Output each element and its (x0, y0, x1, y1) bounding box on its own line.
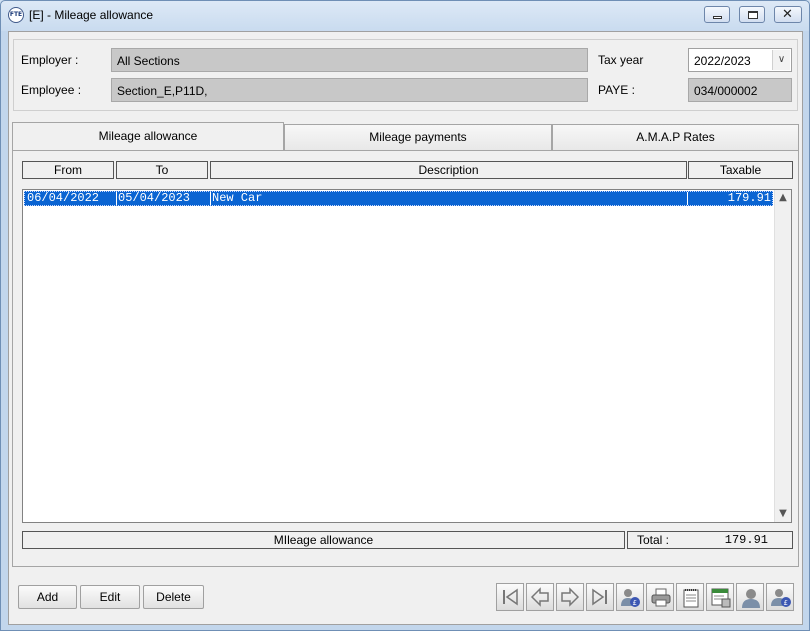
employee-label: Employee : (21, 83, 82, 97)
minimize-icon (713, 16, 722, 19)
first-record-button[interactable] (496, 583, 524, 611)
mileage-allowance-panel: From To Description Taxable 06/04/2022 0… (12, 150, 799, 567)
next-record-icon (561, 587, 580, 607)
employee-payment-button[interactable]: £ (766, 583, 794, 611)
tab-control: Mileage allowance Mileage payments A.M.A… (12, 122, 799, 567)
vertical-scrollbar[interactable]: ▲ ▼ (774, 190, 791, 522)
paye-label: PAYE : (598, 83, 635, 97)
column-header-to[interactable]: To (116, 161, 208, 179)
tax-year-value: 2022/2023 (694, 54, 751, 68)
mileage-list[interactable]: 06/04/2022 05/04/2023 New Car 179.91 ▲ ▼ (22, 189, 792, 523)
printer-icon (651, 588, 671, 607)
notepad-icon (683, 589, 699, 608)
row-description: New Car (210, 192, 687, 205)
calculator-sheet-icon (711, 588, 731, 608)
total-value: 179.91 (724, 533, 768, 547)
previous-record-button[interactable] (526, 583, 554, 611)
svg-text:£: £ (633, 599, 637, 607)
scroll-down-icon[interactable]: ▼ (775, 506, 791, 522)
calculation-sheet-button[interactable] (706, 583, 734, 611)
previous-record-icon (530, 587, 549, 607)
title-bar[interactable]: FTE [E] - Mileage allowance ✕ (1, 1, 809, 31)
edit-button[interactable]: Edit (80, 585, 140, 609)
minimize-button[interactable] (704, 6, 730, 23)
chevron-down-icon[interactable]: ∨ (772, 50, 790, 70)
tax-year-select[interactable]: 2022/2023 ∨ (688, 48, 792, 72)
employee-icon (742, 589, 760, 608)
maximize-button[interactable] (739, 6, 765, 23)
column-header-from[interactable]: From (22, 161, 114, 179)
employer-field[interactable]: All Sections (111, 48, 588, 72)
row-taxable: 179.91 (687, 192, 771, 205)
column-header-taxable[interactable]: Taxable (688, 161, 793, 179)
svg-text:£: £ (784, 599, 788, 607)
notes-button[interactable] (676, 583, 704, 611)
row-from: 06/04/2022 (27, 192, 100, 205)
client-area: Employer : All Sections Employee : Secti… (8, 31, 803, 625)
add-button[interactable]: Add (18, 585, 77, 609)
employee-header-panel: Employer : All Sections Employee : Secti… (13, 39, 798, 111)
employee-pay-icon: £ (621, 589, 640, 607)
print-button[interactable] (646, 583, 674, 611)
table-row[interactable]: 06/04/2022 05/04/2023 New Car 179.91 (24, 191, 773, 206)
employee-field[interactable]: Section_E,P11D, (111, 78, 588, 102)
paye-field[interactable]: 034/000002 (688, 78, 792, 102)
total-label: Total : (637, 533, 670, 547)
employee-payment-icon: £ (771, 589, 791, 607)
employee-pay-button[interactable]: £ (616, 583, 644, 611)
scroll-up-icon[interactable]: ▲ (775, 190, 791, 206)
employer-label: Employer : (21, 53, 79, 67)
next-record-button[interactable] (556, 583, 584, 611)
maximize-icon (748, 11, 758, 19)
column-header-description[interactable]: Description (210, 161, 687, 179)
delete-button[interactable]: Delete (143, 585, 204, 609)
tab-mileage-payments[interactable]: Mileage payments (284, 124, 552, 150)
tab-mileage-allowance[interactable]: Mileage allowance (12, 122, 284, 150)
close-icon: ✕ (782, 7, 793, 22)
close-button[interactable]: ✕ (774, 6, 802, 23)
first-record-icon (503, 588, 518, 606)
tax-year-label: Tax year (598, 53, 644, 67)
mileage-allowance-window: FTE [E] - Mileage allowance ✕ Employer :… (0, 0, 810, 631)
row-to: 05/04/2023 (116, 192, 209, 205)
employee-button[interactable] (736, 583, 764, 611)
tab-amap-rates[interactable]: A.M.A.P Rates (552, 124, 799, 150)
window-title: [E] - Mileage allowance (29, 8, 154, 22)
total-bar: Total : 179.91 (627, 531, 793, 549)
summary-label-bar: MIleage allowance (22, 531, 625, 549)
last-record-icon (592, 588, 607, 606)
app-icon[interactable]: FTE (8, 7, 24, 23)
last-record-button[interactable] (586, 583, 614, 611)
